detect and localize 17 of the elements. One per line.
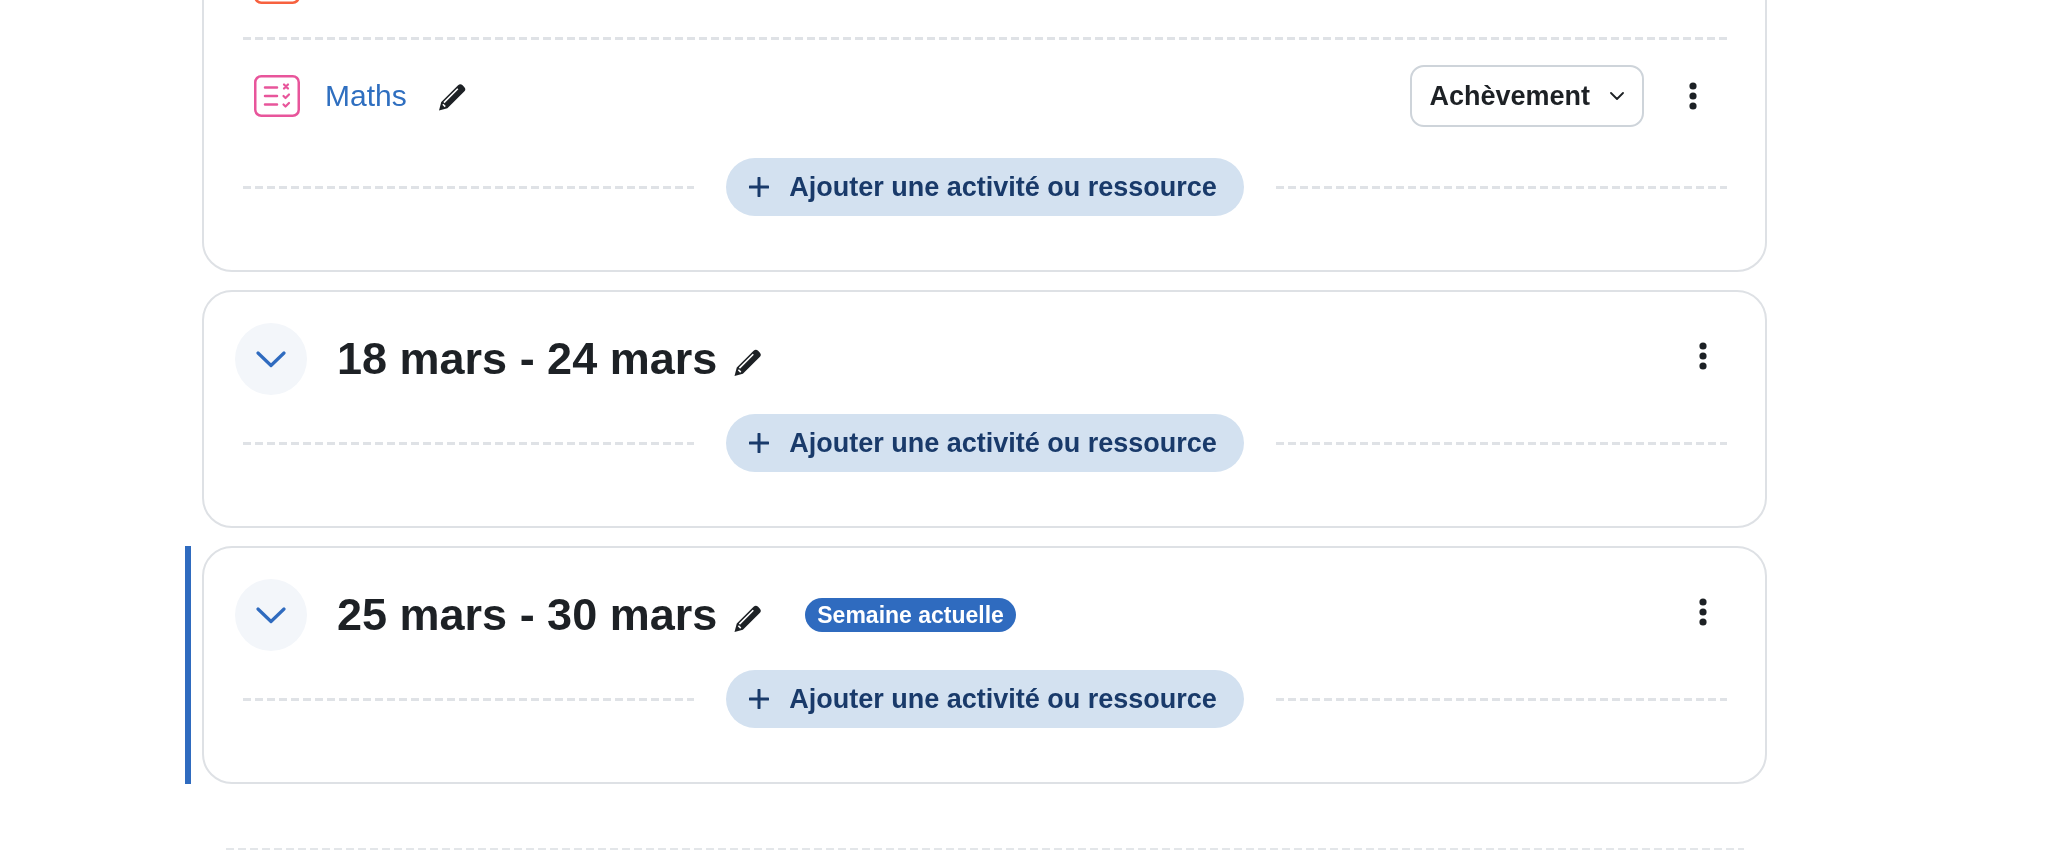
plus-icon xyxy=(749,177,770,197)
kebab-menu-icon[interactable] xyxy=(1699,342,1707,370)
current-week-badge: Semaine actuelle xyxy=(805,598,1016,632)
completion-dropdown[interactable]: Achèvement xyxy=(1410,65,1644,127)
add-activity-button[interactable]: Ajouter une activité ou ressource xyxy=(726,414,1244,472)
plus-icon xyxy=(749,433,770,453)
kebab-menu-icon[interactable] xyxy=(1689,82,1697,110)
caret-icon xyxy=(1610,92,1624,100)
add-activity-button[interactable]: Ajouter une activité ou ressource xyxy=(726,670,1244,728)
activity-link[interactable]: Maths xyxy=(325,78,407,114)
section-title: 18 mars - 24 mars xyxy=(337,332,718,386)
chevron-icon xyxy=(256,350,286,368)
kebab-menu-icon[interactable] xyxy=(1699,598,1707,626)
plus-icon xyxy=(749,689,770,709)
add-activity-button[interactable]: Ajouter une activité ou ressource xyxy=(726,158,1244,216)
section-title: 25 mars - 30 mars xyxy=(337,588,718,642)
chevron-icon xyxy=(256,606,286,624)
